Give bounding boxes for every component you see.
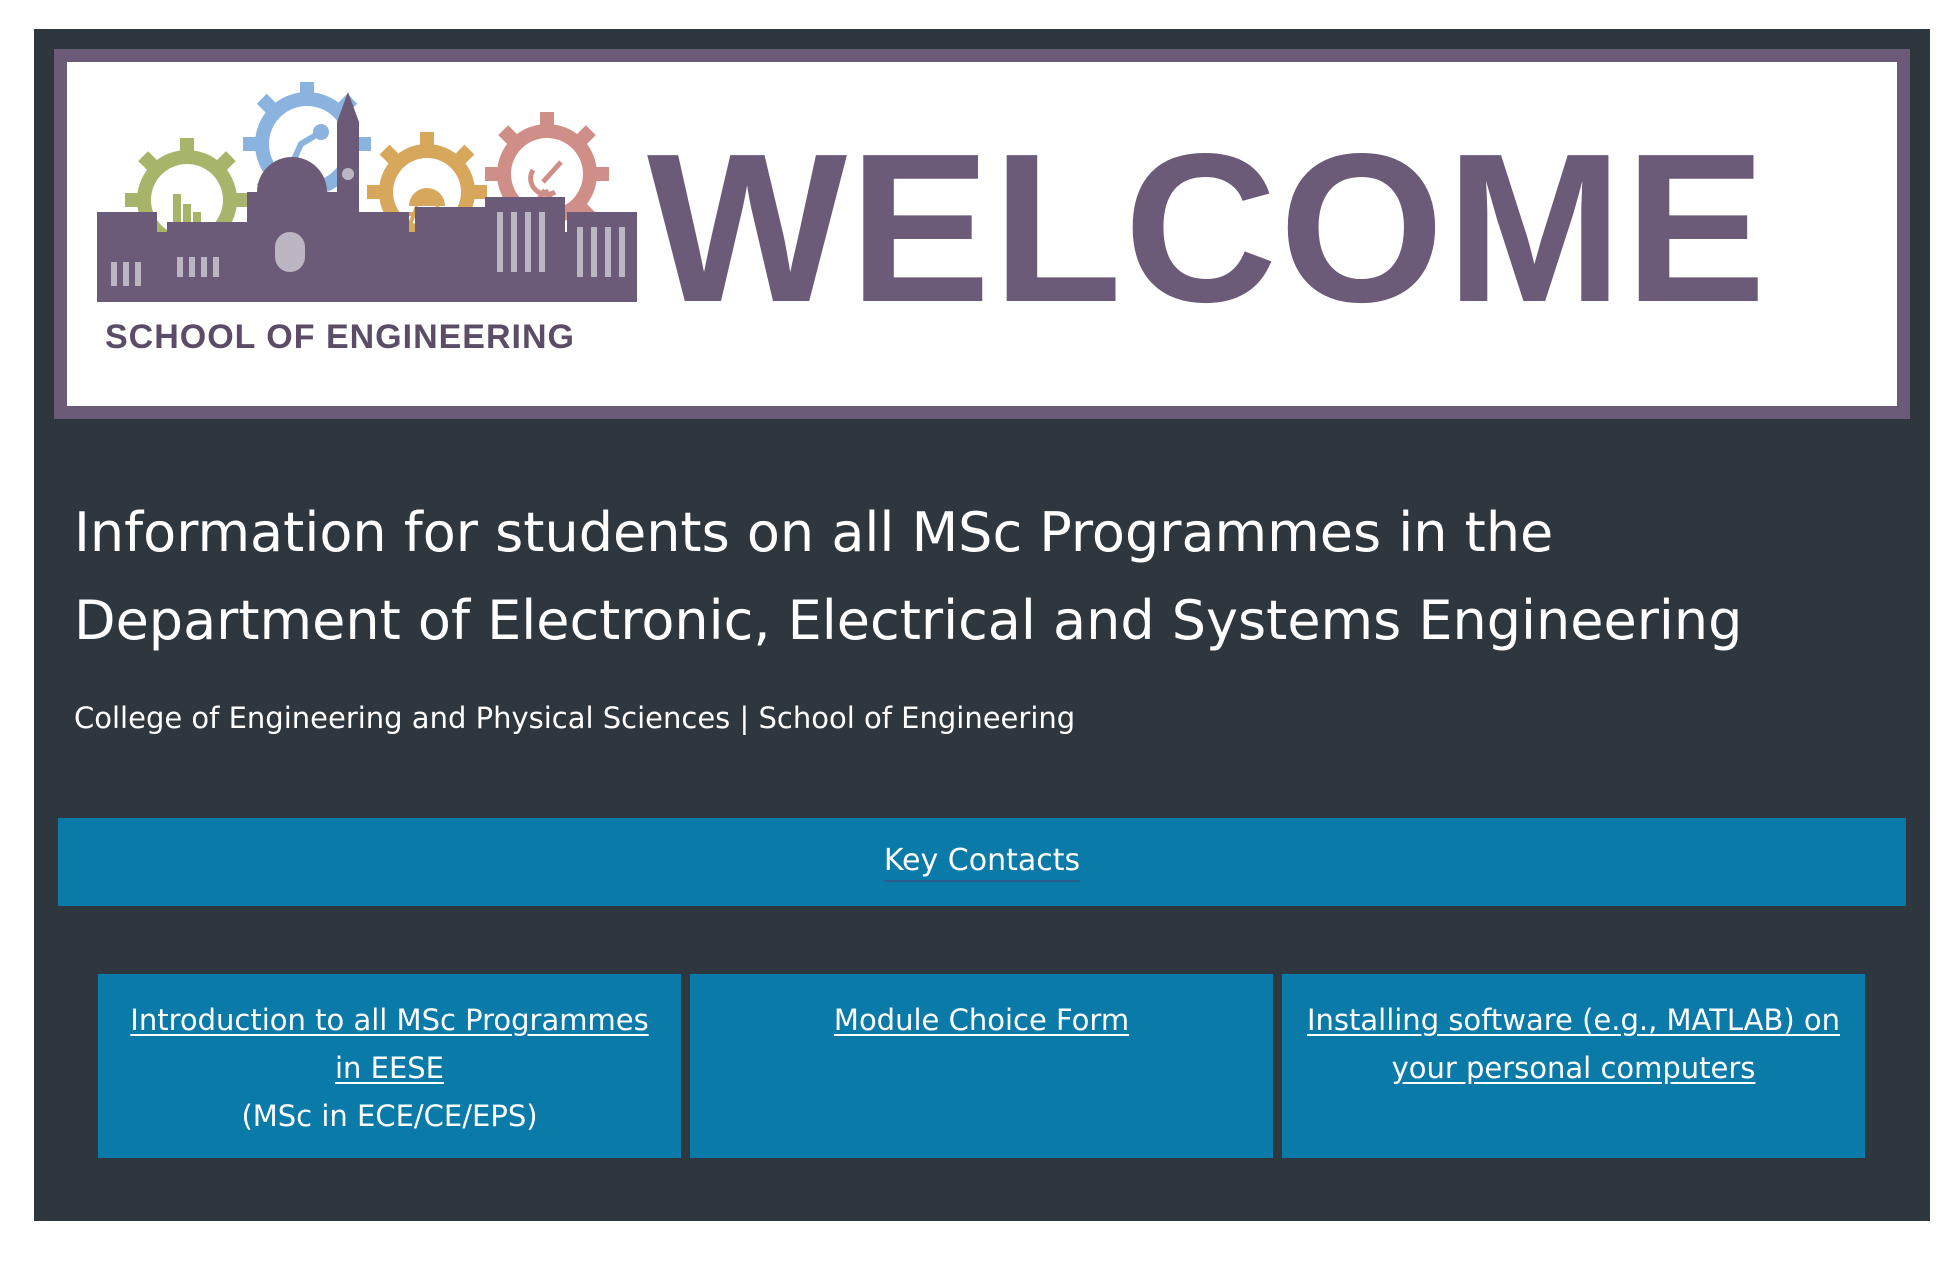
page-subtitle: College of Engineering and Physical Scie… (74, 701, 1076, 735)
key-contacts-link[interactable]: Key Contacts (883, 843, 1081, 882)
page-title: Information for students on all MSc Prog… (74, 501, 1743, 652)
school-logo-illustration (97, 82, 637, 302)
intro-msc-link[interactable]: Introduction to all MSc Programmes in EE… (130, 1003, 648, 1085)
welcome-banner: SCHOOL OF ENGINEERING WELCOME (54, 49, 1910, 419)
banner-inner: SCHOOL OF ENGINEERING WELCOME (67, 62, 1897, 406)
intro-msc-note: (MSc in ECE/CE/EPS) (241, 1099, 538, 1133)
link-cards: Introduction to all MSc Programmes in EE… (98, 974, 1866, 1158)
key-contacts-button[interactable]: Key Contacts (58, 818, 1906, 906)
card-intro-msc: Introduction to all MSc Programmes in EE… (98, 974, 681, 1158)
logo-caption: SCHOOL OF ENGINEERING (105, 318, 575, 356)
installing-software-link[interactable]: Installing software (e.g., MATLAB) on yo… (1307, 1003, 1840, 1085)
card-module-choice: Module Choice Form (690, 974, 1273, 1158)
content-panel: SCHOOL OF ENGINEERING WELCOME Informatio… (34, 29, 1930, 1221)
welcome-heading: WELCOME (647, 109, 1768, 346)
module-choice-form-link[interactable]: Module Choice Form (834, 1003, 1129, 1037)
card-installing-software: Installing software (e.g., MATLAB) on yo… (1282, 974, 1865, 1158)
